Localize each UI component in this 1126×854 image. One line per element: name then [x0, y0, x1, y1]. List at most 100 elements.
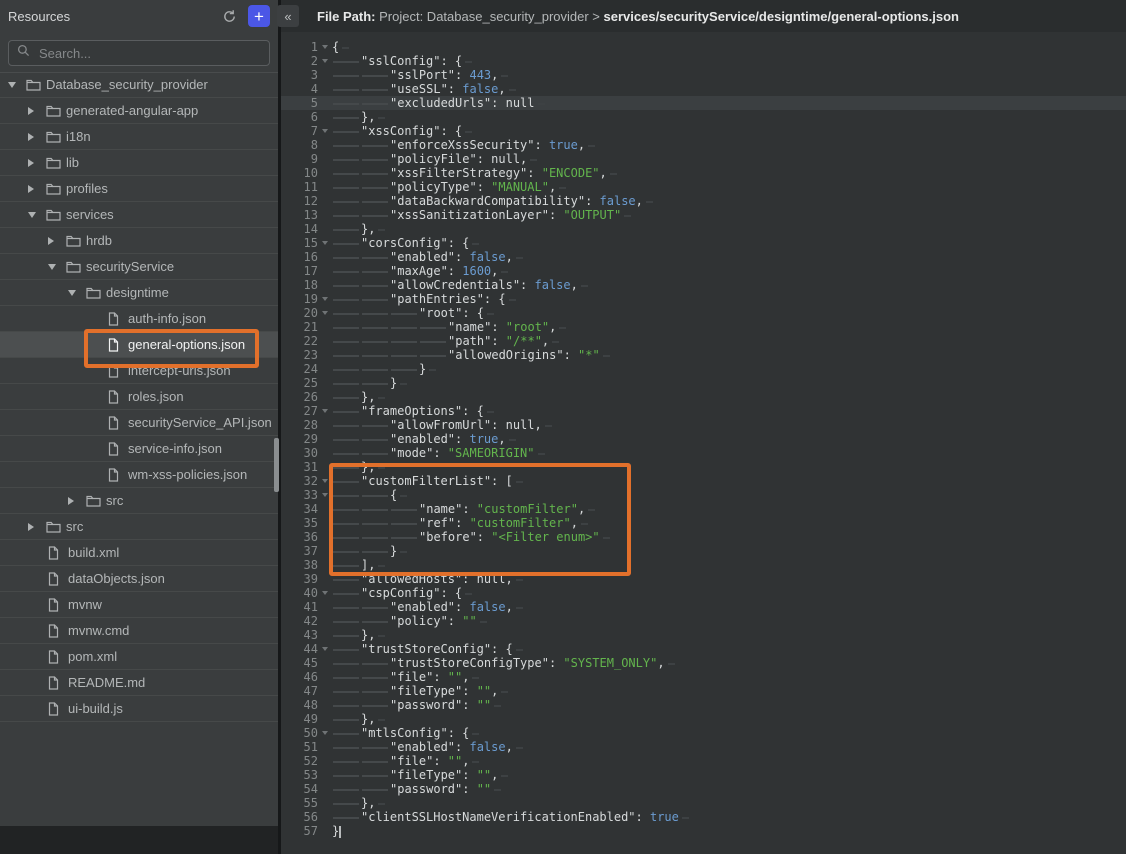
fold-toggle-icon[interactable]: [318, 474, 332, 488]
code-line[interactable]: 9"policyFile": null,: [281, 152, 1126, 166]
code-line[interactable]: 55},: [281, 796, 1126, 810]
tree-item-mvnw-cmd[interactable]: mvnw.cmd: [0, 618, 278, 644]
code-line[interactable]: 17"maxAge": 1600,: [281, 264, 1126, 278]
tree-item-intercept-urls-json[interactable]: intercept-urls.json: [0, 358, 278, 384]
code-editor[interactable]: 1{2"sslConfig": {3"sslPort": 443,4"useSS…: [281, 32, 1126, 854]
code-line[interactable]: 21"name": "root",: [281, 320, 1126, 334]
code-line[interactable]: 33{: [281, 488, 1126, 502]
code-line[interactable]: 2"sslConfig": {: [281, 54, 1126, 68]
chevron-right-icon[interactable]: [28, 107, 46, 115]
fold-toggle-icon[interactable]: [318, 726, 332, 740]
tree-item-src[interactable]: src: [0, 514, 278, 540]
tree-item-i18n[interactable]: i18n: [0, 124, 278, 150]
collapse-sidebar-button[interactable]: «: [277, 5, 299, 27]
chevron-right-icon[interactable]: [28, 185, 46, 193]
fold-toggle-icon[interactable]: [318, 236, 332, 250]
code-line[interactable]: 11"policyType": "MANUAL",: [281, 180, 1126, 194]
tree-item-generated-angular-app[interactable]: generated-angular-app: [0, 98, 278, 124]
code-line[interactable]: 3"sslPort": 443,: [281, 68, 1126, 82]
fold-toggle-icon[interactable]: [318, 292, 332, 306]
chevron-right-icon[interactable]: [28, 523, 46, 531]
code-line[interactable]: 6},: [281, 110, 1126, 124]
tree-item-mvnw[interactable]: mvnw: [0, 592, 278, 618]
code-line[interactable]: 40"cspConfig": {: [281, 586, 1126, 600]
chevron-right-icon[interactable]: [28, 159, 46, 167]
code-line[interactable]: 13"xssSanitizationLayer": "OUTPUT": [281, 208, 1126, 222]
code-line[interactable]: 1{: [281, 40, 1126, 54]
code-line[interactable]: 45"trustStoreConfigType": "SYSTEM_ONLY",: [281, 656, 1126, 670]
fold-toggle-icon[interactable]: [318, 586, 332, 600]
code-line[interactable]: 54"password": "": [281, 782, 1126, 796]
code-line[interactable]: 4"useSSL": false,: [281, 82, 1126, 96]
fold-toggle-icon[interactable]: [318, 306, 332, 320]
tree-item-hrdb[interactable]: hrdb: [0, 228, 278, 254]
chevron-down-icon[interactable]: [68, 290, 86, 296]
code-line[interactable]: 56"clientSSLHostNameVerificationEnabled"…: [281, 810, 1126, 824]
code-line[interactable]: 42"policy": "": [281, 614, 1126, 628]
chevron-right-icon[interactable]: [48, 237, 66, 245]
code-line[interactable]: 49},: [281, 712, 1126, 726]
fold-toggle-icon[interactable]: [318, 40, 332, 54]
tree-item-securityservice-api-json[interactable]: securityService_API.json: [0, 410, 278, 436]
code-line[interactable]: 28"allowFromUrl": null,: [281, 418, 1126, 432]
chevron-down-icon[interactable]: [8, 82, 26, 88]
tree-item-build-xml[interactable]: build.xml: [0, 540, 278, 566]
tree-item-auth-info-json[interactable]: auth-info.json: [0, 306, 278, 332]
code-line[interactable]: 38],: [281, 558, 1126, 572]
tree-item-readme-md[interactable]: README.md: [0, 670, 278, 696]
fold-toggle-icon[interactable]: [318, 124, 332, 138]
code-line[interactable]: 37}: [281, 544, 1126, 558]
code-line[interactable]: 30"mode": "SAMEORIGIN": [281, 446, 1126, 460]
code-line[interactable]: 29"enabled": true,: [281, 432, 1126, 446]
code-line[interactable]: 51"enabled": false,: [281, 740, 1126, 754]
tree-item-database-security-provider[interactable]: Database_security_provider: [0, 72, 278, 98]
code-line[interactable]: 20"root": {: [281, 306, 1126, 320]
code-line[interactable]: 41"enabled": false,: [281, 600, 1126, 614]
code-line[interactable]: 10"xssFilterStrategy": "ENCODE",: [281, 166, 1126, 180]
tree-item-lib[interactable]: lib: [0, 150, 278, 176]
code-line[interactable]: 50"mtlsConfig": {: [281, 726, 1126, 740]
fold-toggle-icon[interactable]: [318, 54, 332, 68]
code-line[interactable]: 18"allowCredentials": false,: [281, 278, 1126, 292]
code-line[interactable]: 22"path": "/**",: [281, 334, 1126, 348]
code-line[interactable]: 32"customFilterList": [: [281, 474, 1126, 488]
code-line[interactable]: 39"allowedHosts": null,: [281, 572, 1126, 586]
code-line[interactable]: 16"enabled": false,: [281, 250, 1126, 264]
code-line[interactable]: 47"fileType": "",: [281, 684, 1126, 698]
tree-item-designtime[interactable]: designtime: [0, 280, 278, 306]
fold-toggle-icon[interactable]: [318, 642, 332, 656]
tree-item-src[interactable]: src: [0, 488, 278, 514]
tree-item-profiles[interactable]: profiles: [0, 176, 278, 202]
code-line[interactable]: 36"before": "<Filter enum>": [281, 530, 1126, 544]
code-line[interactable]: 14},: [281, 222, 1126, 236]
code-line[interactable]: 12"dataBackwardCompatibility": false,: [281, 194, 1126, 208]
sidebar-scrollbar-thumb[interactable]: [274, 438, 279, 492]
add-resource-button[interactable]: +: [248, 5, 270, 27]
code-line[interactable]: 26},: [281, 390, 1126, 404]
code-line[interactable]: 7"xssConfig": {: [281, 124, 1126, 138]
code-line[interactable]: 35"ref": "customFilter",: [281, 516, 1126, 530]
tree-item-service-info-json[interactable]: service-info.json: [0, 436, 278, 462]
tree-item-dataobjects-json[interactable]: dataObjects.json: [0, 566, 278, 592]
chevron-right-icon[interactable]: [68, 497, 86, 505]
code-line[interactable]: 25}: [281, 376, 1126, 390]
code-line[interactable]: 31},: [281, 460, 1126, 474]
fold-toggle-icon[interactable]: [318, 488, 332, 502]
code-line[interactable]: 15"corsConfig": {: [281, 236, 1126, 250]
search-box[interactable]: [8, 40, 270, 66]
tree-item-pom-xml[interactable]: pom.xml: [0, 644, 278, 670]
code-line[interactable]: 44"trustStoreConfig": {: [281, 642, 1126, 656]
code-line[interactable]: 57}: [281, 824, 1126, 838]
code-line[interactable]: 23"allowedOrigins": "*": [281, 348, 1126, 362]
code-line[interactable]: 43},: [281, 628, 1126, 642]
tree-item-roles-json[interactable]: roles.json: [0, 384, 278, 410]
code-line[interactable]: 52"file": "",: [281, 754, 1126, 768]
refresh-button[interactable]: [218, 5, 240, 27]
tree-item-ui-build-js[interactable]: ui-build.js: [0, 696, 278, 722]
fold-toggle-icon[interactable]: [318, 404, 332, 418]
chevron-down-icon[interactable]: [28, 212, 46, 218]
code-line[interactable]: 34"name": "customFilter",: [281, 502, 1126, 516]
code-line[interactable]: 8"enforceXssSecurity": true,: [281, 138, 1126, 152]
code-line[interactable]: 46"file": "",: [281, 670, 1126, 684]
code-line[interactable]: 48"password": "": [281, 698, 1126, 712]
